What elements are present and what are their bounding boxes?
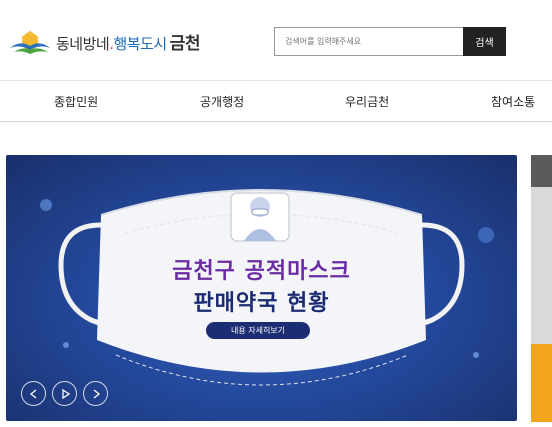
detail-button[interactable]: 내용 자세히보기 (206, 322, 310, 339)
logo-emblem-icon (8, 26, 52, 56)
main-nav: 종합민원 공개행정 우리금천 참여소통 (0, 80, 552, 122)
play-icon[interactable] (52, 381, 77, 406)
nav-item-civil-service[interactable]: 종합민원 (54, 93, 98, 110)
search-button[interactable]: 검색 (463, 27, 506, 56)
banner-title-line1: 금천구 공적마스크 (172, 259, 351, 284)
banner-title-line2: 판매약국 현황 (193, 291, 330, 316)
main-banner[interactable]: 금천구 공적마스크 판매약국 현황 내용 자세히보기 (6, 155, 517, 421)
search-field[interactable] (274, 27, 464, 56)
nav-item-participation[interactable]: 참여소통 (491, 93, 535, 110)
side-panel-gray (531, 187, 552, 344)
logo-text-part1: 동네방네 (56, 34, 110, 53)
site-logo[interactable]: 동네방네.행복도시 금천 (8, 24, 200, 58)
logo-text-part2: 행복도시 (113, 34, 167, 53)
nav-item-our-geumcheon[interactable]: 우리금천 (345, 93, 389, 110)
prev-icon[interactable] (21, 381, 46, 406)
site-header: 동네방네.행복도시 금천 검색 (0, 0, 552, 80)
side-panel-orange[interactable] (531, 344, 552, 422)
logo-text: 동네방네.행복도시 금천 (56, 29, 200, 54)
next-icon[interactable] (83, 381, 108, 406)
search-input[interactable] (275, 28, 463, 55)
nav-item-open-admin[interactable]: 공개행정 (200, 93, 244, 110)
logo-city: 금천 (169, 33, 201, 54)
side-panel-dark[interactable] (531, 155, 552, 187)
